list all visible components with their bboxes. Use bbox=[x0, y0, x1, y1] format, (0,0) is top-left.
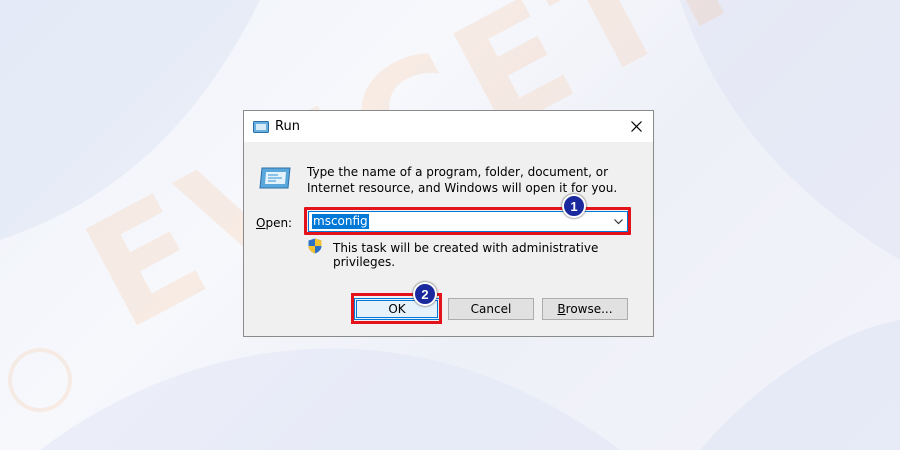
browse-label-text: rowse... bbox=[565, 302, 613, 316]
browse-label-accesskey: B bbox=[557, 302, 566, 316]
open-label-text: pen: bbox=[265, 216, 293, 230]
browse-button[interactable]: Browse... bbox=[542, 298, 628, 320]
step-badge-2: 2 bbox=[413, 282, 437, 306]
cancel-button[interactable]: Cancel bbox=[448, 298, 534, 320]
title-bar: Run bbox=[244, 111, 653, 142]
step-badge-1: 1 bbox=[562, 194, 586, 218]
description-text: Type the name of a program, folder, docu… bbox=[307, 165, 618, 195]
run-icon bbox=[253, 121, 269, 133]
shield-icon bbox=[308, 238, 322, 254]
close-icon bbox=[630, 121, 642, 132]
close-button[interactable] bbox=[619, 111, 653, 142]
window-title: Run bbox=[275, 119, 300, 134]
admin-notice: This task will be created with administr… bbox=[333, 241, 599, 269]
open-label: Open: bbox=[256, 216, 292, 230]
cancel-label: Cancel bbox=[470, 302, 512, 316]
browse-label: Browse... bbox=[557, 302, 612, 316]
run-icon bbox=[259, 167, 291, 189]
run-dialog: Run Type the name of a program, folder, … bbox=[243, 110, 654, 337]
